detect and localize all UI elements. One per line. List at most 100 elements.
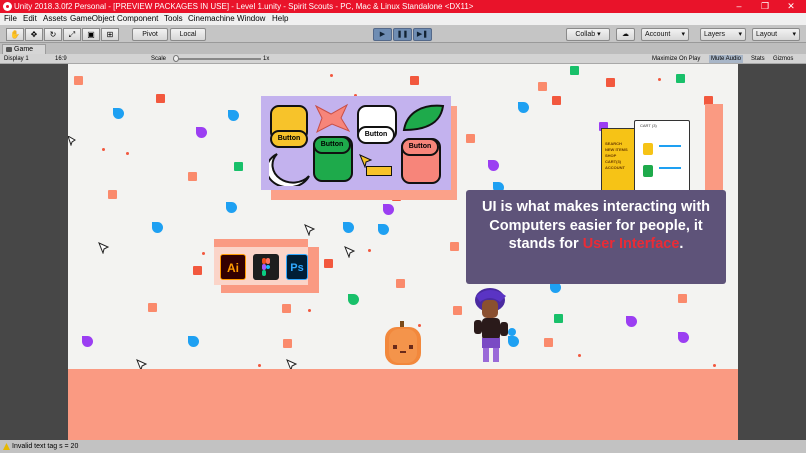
minimize-button[interactable]: – bbox=[726, 0, 752, 13]
confetti bbox=[453, 306, 462, 315]
menu-window[interactable]: Window bbox=[237, 13, 265, 25]
confetti-dot bbox=[308, 309, 311, 312]
pen-cursor-icon bbox=[68, 136, 76, 146]
menu-cinemachine[interactable]: Cinemachine bbox=[188, 13, 235, 25]
ribbon-shape bbox=[314, 103, 351, 134]
salmon-button[interactable]: Button bbox=[401, 138, 439, 156]
confetti bbox=[234, 162, 243, 171]
green-button[interactable]: Button bbox=[313, 136, 351, 154]
ui-buttons-panel: Button Button Button Button bbox=[261, 96, 451, 190]
confetti-dot bbox=[368, 249, 371, 252]
aspect-dropdown[interactable]: 16:9 bbox=[55, 54, 67, 64]
figma-logo-icon bbox=[262, 258, 270, 276]
gizmos-toggle[interactable]: Gizmos bbox=[771, 55, 795, 63]
confetti bbox=[570, 66, 579, 75]
layers-label: Layers bbox=[704, 31, 726, 38]
close-button[interactable]: ✕ bbox=[778, 0, 804, 13]
pen-cursor-icon bbox=[344, 246, 356, 258]
crescent-shape bbox=[269, 153, 310, 186]
menu-help[interactable]: Help bbox=[272, 13, 288, 25]
player-character[interactable] bbox=[468, 286, 518, 368]
tab-game[interactable]: Game bbox=[2, 44, 46, 54]
confetti bbox=[113, 108, 124, 119]
white-button[interactable]: Button bbox=[357, 126, 395, 144]
account-dropdown[interactable]: Account ▾ bbox=[641, 28, 689, 41]
pause-button[interactable]: ❚❚ bbox=[393, 28, 412, 41]
maximize-button[interactable]: ❐ bbox=[752, 0, 778, 13]
plant-pot-icon bbox=[643, 165, 653, 177]
game-viewport[interactable]: Button Button Button Button Ai Ps SEARCH… bbox=[0, 64, 806, 440]
scale-slider-track[interactable] bbox=[173, 58, 261, 60]
menu-tools[interactable]: Tools bbox=[164, 13, 183, 25]
scale-tool-icon[interactable]: ⤢ bbox=[63, 28, 81, 41]
mute-audio-toggle[interactable]: Mute Audio bbox=[709, 55, 744, 63]
chevron-down-icon: ▾ bbox=[738, 31, 742, 38]
stats-toggle[interactable]: Stats bbox=[749, 55, 767, 63]
menu-edit[interactable]: Edit bbox=[23, 13, 37, 25]
scale-value: 1x bbox=[263, 56, 270, 62]
ground-platform bbox=[68, 369, 738, 440]
confetti bbox=[324, 259, 333, 268]
shop-menu-card: SEARCH NEW ITEMS SHOP CART(3) ACCOUNT bbox=[601, 128, 637, 192]
tab-game-label: Game bbox=[14, 46, 34, 53]
layers-dropdown[interactable]: Layers ▾ bbox=[700, 28, 746, 41]
figma-icon[interactable] bbox=[253, 254, 279, 280]
chevron-down-icon: ▾ bbox=[792, 31, 796, 38]
confetti-dot bbox=[102, 148, 105, 151]
local-toggle[interactable]: Local bbox=[170, 28, 206, 41]
illustrator-icon[interactable]: Ai bbox=[220, 254, 246, 280]
cloud-icon[interactable]: ☁ bbox=[616, 28, 635, 41]
confetti bbox=[283, 339, 292, 348]
status-message[interactable]: Invalid text tag s = 20 bbox=[12, 443, 78, 450]
rect-tool-icon[interactable]: ▣ bbox=[82, 28, 100, 41]
move-tool-icon[interactable]: ✥ bbox=[25, 28, 43, 41]
game-scene[interactable]: Button Button Button Button Ai Ps SEARCH… bbox=[68, 64, 738, 440]
yellow-bar-shape bbox=[366, 166, 392, 176]
collab-dropdown[interactable]: Collab ▾ bbox=[566, 28, 610, 41]
confetti bbox=[678, 294, 687, 303]
pivot-label: Pivot bbox=[142, 31, 158, 38]
confetti bbox=[193, 266, 202, 275]
chevron-down-icon: ▾ bbox=[681, 31, 685, 38]
confetti bbox=[188, 172, 197, 181]
tab-strip: Game bbox=[0, 43, 806, 54]
menu-assets[interactable]: Assets bbox=[43, 13, 67, 25]
confetti bbox=[383, 204, 394, 215]
confetti bbox=[466, 134, 475, 143]
display-dropdown[interactable]: Display 1 bbox=[4, 54, 29, 64]
scale-slider-thumb[interactable] bbox=[172, 55, 179, 62]
confetti-dot bbox=[713, 364, 716, 367]
menu-gameobject[interactable]: GameObject bbox=[70, 13, 115, 25]
confetti bbox=[108, 190, 117, 199]
confetti bbox=[396, 279, 405, 288]
layout-label: Layout bbox=[756, 31, 778, 38]
shop-menu-item[interactable]: ACCOUNT bbox=[605, 165, 628, 171]
pivot-toggle[interactable]: Pivot bbox=[132, 28, 168, 41]
shop-cart-card: CART (3) bbox=[634, 120, 690, 196]
confetti bbox=[196, 127, 207, 138]
rotate-tool-icon[interactable]: ↻ bbox=[44, 28, 62, 41]
maximize-on-play-toggle[interactable]: Maximize On Play bbox=[650, 55, 702, 63]
confetti bbox=[152, 222, 163, 233]
info-dialog-period: . bbox=[679, 236, 684, 252]
hand-tool-icon[interactable]: ✋ bbox=[6, 28, 24, 41]
menu-bar: File Edit Assets GameObject Component To… bbox=[0, 13, 806, 25]
confetti bbox=[488, 160, 499, 171]
transform-tool-icon[interactable]: ⊞ bbox=[101, 28, 119, 41]
item-line bbox=[659, 145, 681, 147]
yellow-button[interactable]: Button bbox=[270, 130, 308, 148]
confetti bbox=[606, 78, 615, 87]
confetti bbox=[626, 316, 637, 327]
info-dialog-highlight: User Interface bbox=[582, 236, 680, 252]
confetti bbox=[156, 94, 165, 103]
confetti bbox=[226, 202, 237, 213]
play-button[interactable]: ▶ bbox=[373, 28, 392, 41]
photoshop-icon[interactable]: Ps bbox=[286, 254, 308, 280]
pen-cursor-icon bbox=[98, 242, 110, 254]
menu-component[interactable]: Component bbox=[117, 13, 158, 25]
title-bar: Unity 2018.3.0f2 Personal - [PREVIEW PAC… bbox=[0, 0, 806, 13]
layout-dropdown[interactable]: Layout ▾ bbox=[752, 28, 800, 41]
confetti bbox=[450, 242, 459, 251]
step-button[interactable]: ▶❚ bbox=[413, 28, 432, 41]
menu-file[interactable]: File bbox=[4, 13, 17, 25]
